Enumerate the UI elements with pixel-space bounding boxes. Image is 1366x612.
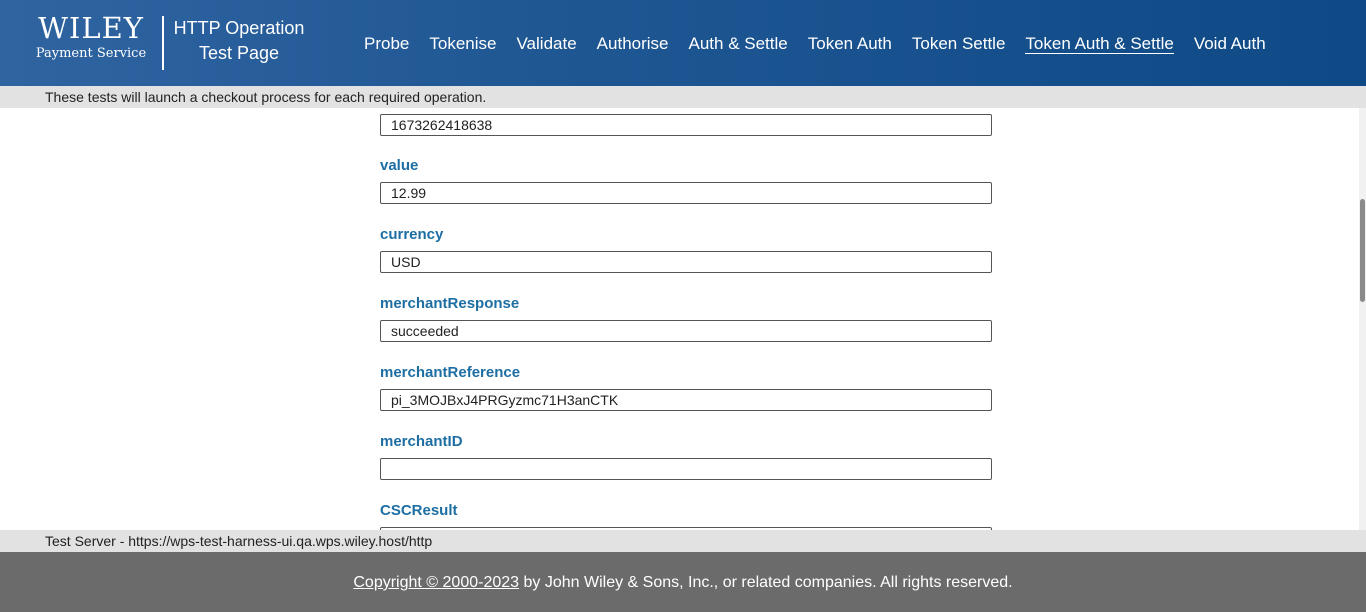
currency-label: currency: [380, 226, 444, 243]
merchant-reference-label: merchantReference: [380, 364, 521, 381]
logo-wordmark: WILEY: [38, 11, 144, 45]
page-footer: Copyright © 2000-2023 by John Wiley & So…: [0, 552, 1366, 612]
merchant-response-label: merchantResponse: [380, 295, 520, 312]
nav-auth-settle[interactable]: Auth & Settle: [679, 32, 798, 56]
merchant-reference-input[interactable]: [380, 389, 992, 411]
copyright-link[interactable]: Copyright © 2000-2023: [353, 574, 519, 591]
csc-result-label: CSCResult: [380, 502, 458, 519]
page-scrollbar[interactable]: [1359, 108, 1366, 530]
nav-void-auth[interactable]: Void Auth: [1184, 32, 1276, 56]
scrollbar-thumb[interactable]: [1360, 199, 1365, 302]
nav-token-auth[interactable]: Token Auth: [798, 32, 902, 56]
info-text: These tests will launch a checkout proce…: [45, 89, 487, 105]
copyright-rest: by John Wiley & Sons, Inc., or related c…: [519, 574, 1013, 591]
app-title-line-1: HTTP Operation: [173, 18, 305, 38]
app-title-line-2: Test Page: [198, 43, 280, 63]
merchant-response-input[interactable]: [380, 320, 992, 342]
nav-validate[interactable]: Validate: [506, 32, 586, 56]
server-text: Test Server - https://wps-test-harness-u…: [45, 533, 433, 549]
nav-tokenise[interactable]: Tokenise: [419, 32, 506, 56]
logo-divider: [162, 16, 164, 70]
form-area: value currency merchantResponse merchant…: [0, 108, 1366, 530]
value-input[interactable]: [380, 182, 992, 204]
merchant-id-label: merchantID: [380, 433, 463, 450]
logo-subtitle: Payment Service: [35, 46, 147, 61]
nav-probe[interactable]: Probe: [354, 32, 419, 56]
nav-token-auth-settle[interactable]: Token Auth & Settle: [1015, 32, 1183, 56]
currency-input[interactable]: [380, 251, 992, 273]
copyright-text: Copyright © 2000-2023 by John Wiley & So…: [0, 572, 1366, 594]
page-header: WILEY Payment Service HTTP Operation Tes…: [0, 0, 1366, 86]
wiley-logo[interactable]: WILEY Payment Service: [30, 12, 152, 63]
nav-token-settle[interactable]: Token Settle: [902, 32, 1016, 56]
main-nav: Probe Tokenise Validate Authorise Auth &…: [354, 32, 1276, 56]
app-title: HTTP Operation Test Page: [166, 16, 312, 66]
transaction-id-input[interactable]: [380, 114, 992, 136]
info-bar: These tests will launch a checkout proce…: [0, 86, 1366, 108]
nav-authorise[interactable]: Authorise: [587, 32, 679, 56]
merchant-id-input[interactable]: [380, 458, 992, 480]
server-bar: Test Server - https://wps-test-harness-u…: [0, 530, 1366, 552]
value-label: value: [380, 157, 419, 174]
